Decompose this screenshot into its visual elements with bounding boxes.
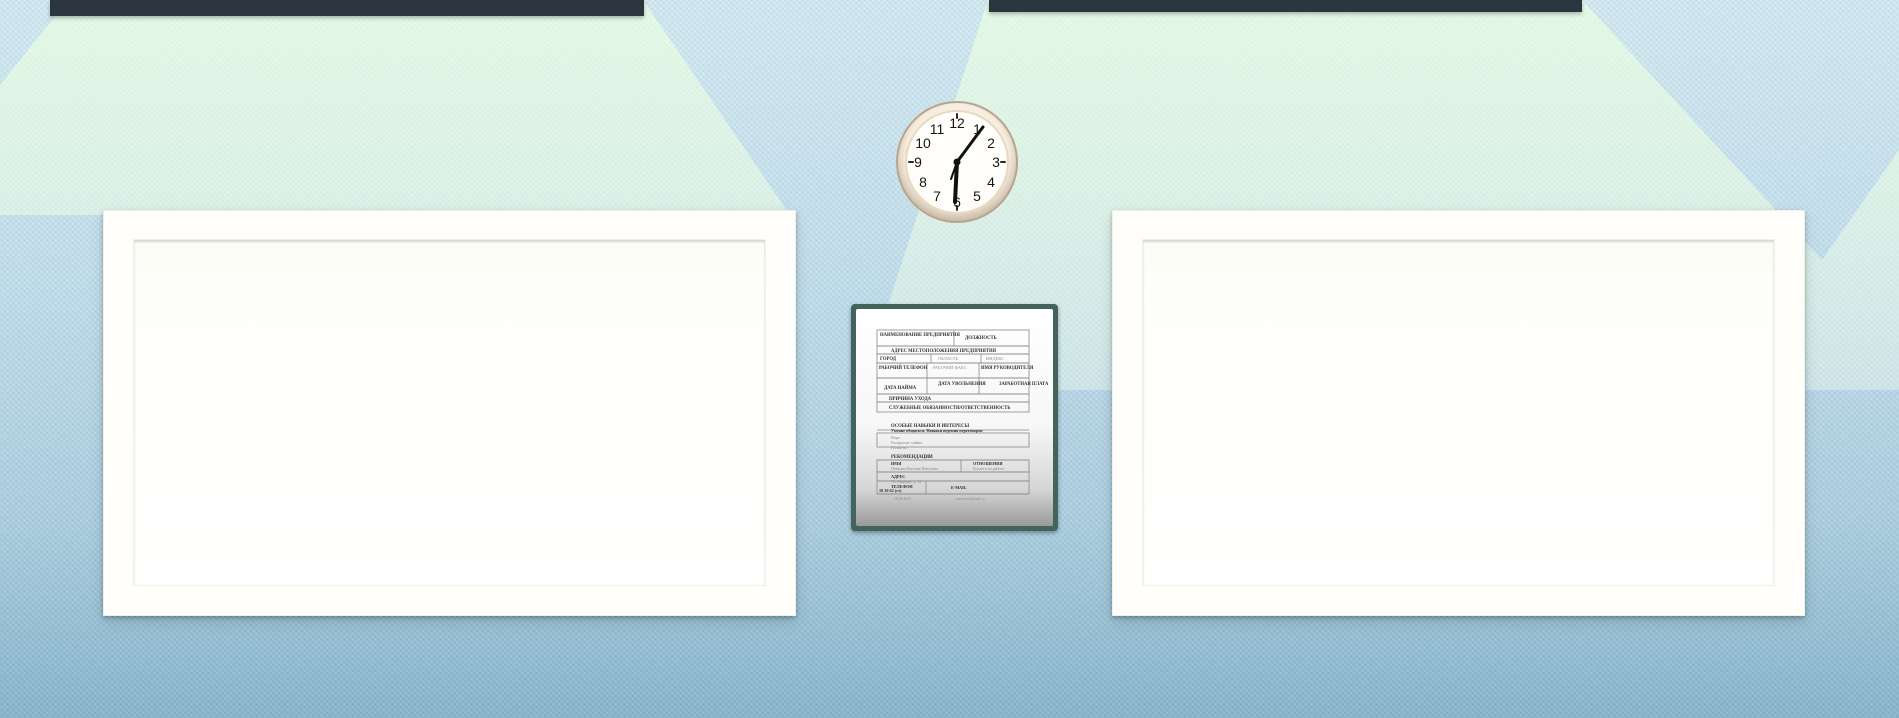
clock-number-8: 8 bbox=[919, 174, 927, 190]
form-manager-label: ИМЯ РУКОВОДИТЕЛЯ bbox=[981, 366, 1034, 371]
form-skills-line: Умение общаться. Навыки ведения перегово… bbox=[891, 428, 983, 433]
clock-number-7: 7 bbox=[933, 188, 941, 204]
wall-clock[interactable]: 12 1 2 3 4 5 6 7 8 9 10 11 bbox=[895, 100, 1019, 224]
form-work-fax-label: РАБОЧИЙ ФАКС bbox=[933, 365, 967, 370]
form-extra-3: Гипнозы bbox=[891, 445, 907, 450]
employment-form-document: НАИМЕНОВАНИЕ ПРЕДПРИЯТИЯ ДОЛЖНОСТЬ АДРЕС… bbox=[876, 329, 1049, 501]
clock-number-10: 10 bbox=[915, 135, 931, 151]
employment-form-frame[interactable]: НАИМЕНОВАНИЕ ПРЕДПРИЯТИЯ ДОЛЖНОСТЬ АДРЕС… bbox=[851, 304, 1058, 531]
right-whiteboard[interactable] bbox=[1112, 210, 1805, 616]
left-ceiling-lamp bbox=[50, 0, 644, 16]
form-company-name-label: НАИМЕНОВАНИЕ ПРЕДПРИЯТИЯ bbox=[880, 333, 961, 338]
form-reference-person: Пенкина Евгения Павловна bbox=[891, 466, 938, 471]
clock-number-12: 12 bbox=[949, 115, 965, 131]
left-whiteboard[interactable] bbox=[103, 210, 796, 616]
form-address-label: АДРЕС МЕСТОПОЛОЖЕНИЯ ПРЕДПРИЯТИЯ bbox=[891, 349, 997, 354]
form-hire-date-label: ДАТА НАЙМА bbox=[884, 385, 917, 391]
form-position-label: ДОЛЖНОСТЬ bbox=[965, 336, 997, 341]
clock-number-11: 11 bbox=[930, 121, 945, 137]
form-reason-label: ПРИЧИНА УХОДА bbox=[889, 397, 932, 402]
form-bottom-right-value: reference@mail.ru bbox=[956, 497, 985, 501]
clock-number-4: 4 bbox=[987, 174, 995, 190]
form-city-label: ГОРОД bbox=[880, 357, 897, 362]
form-references-label: РЕКОМЕНДАЦИИ bbox=[891, 455, 933, 460]
clock-number-3: 3 bbox=[992, 154, 1000, 170]
form-dismissal-date-label: ДАТА УВОЛЬНЕНИЯ bbox=[938, 382, 986, 387]
left-whiteboard-surface bbox=[133, 239, 766, 586]
clock-number-2: 2 bbox=[987, 135, 995, 151]
right-ceiling-lamp bbox=[989, 0, 1582, 12]
form-postal-label: ИНДЕКС bbox=[986, 356, 1004, 361]
clock-number-9: 9 bbox=[914, 154, 922, 170]
clock-number-5: 5 bbox=[973, 188, 981, 204]
form-bottom-left-value: 18.06.2015 bbox=[894, 497, 911, 501]
form-final-pay-label: ЗАРАБОТНАЯ ПЛАТА bbox=[999, 382, 1049, 387]
employment-form-sheet: НАИМЕНОВАНИЕ ПРЕДПРИЯТИЯ ДОЛЖНОСТЬ АДРЕС… bbox=[856, 309, 1053, 526]
form-work-phone-label: РАБОЧИЙ ТЕЛЕФОН bbox=[879, 365, 928, 371]
wall-clock-icon: 12 1 2 3 4 5 6 7 8 9 10 11 bbox=[896, 101, 1018, 223]
form-region-label: ОБЛАСТЬ bbox=[938, 356, 959, 361]
form-reference-phone-value: 18 30 62 (ст) bbox=[879, 488, 902, 493]
form-reference-company: Коллега по работе bbox=[973, 466, 1004, 471]
form-reference-email-label: E-MAIL bbox=[951, 485, 967, 490]
form-duties-label: СЛУЖЕБНЫЕ ОБЯЗАННОСТИ/ОТВЕТСТВЕННОСТЬ bbox=[889, 406, 1010, 411]
clock-center-dot bbox=[953, 158, 961, 166]
right-whiteboard-surface bbox=[1142, 239, 1775, 586]
